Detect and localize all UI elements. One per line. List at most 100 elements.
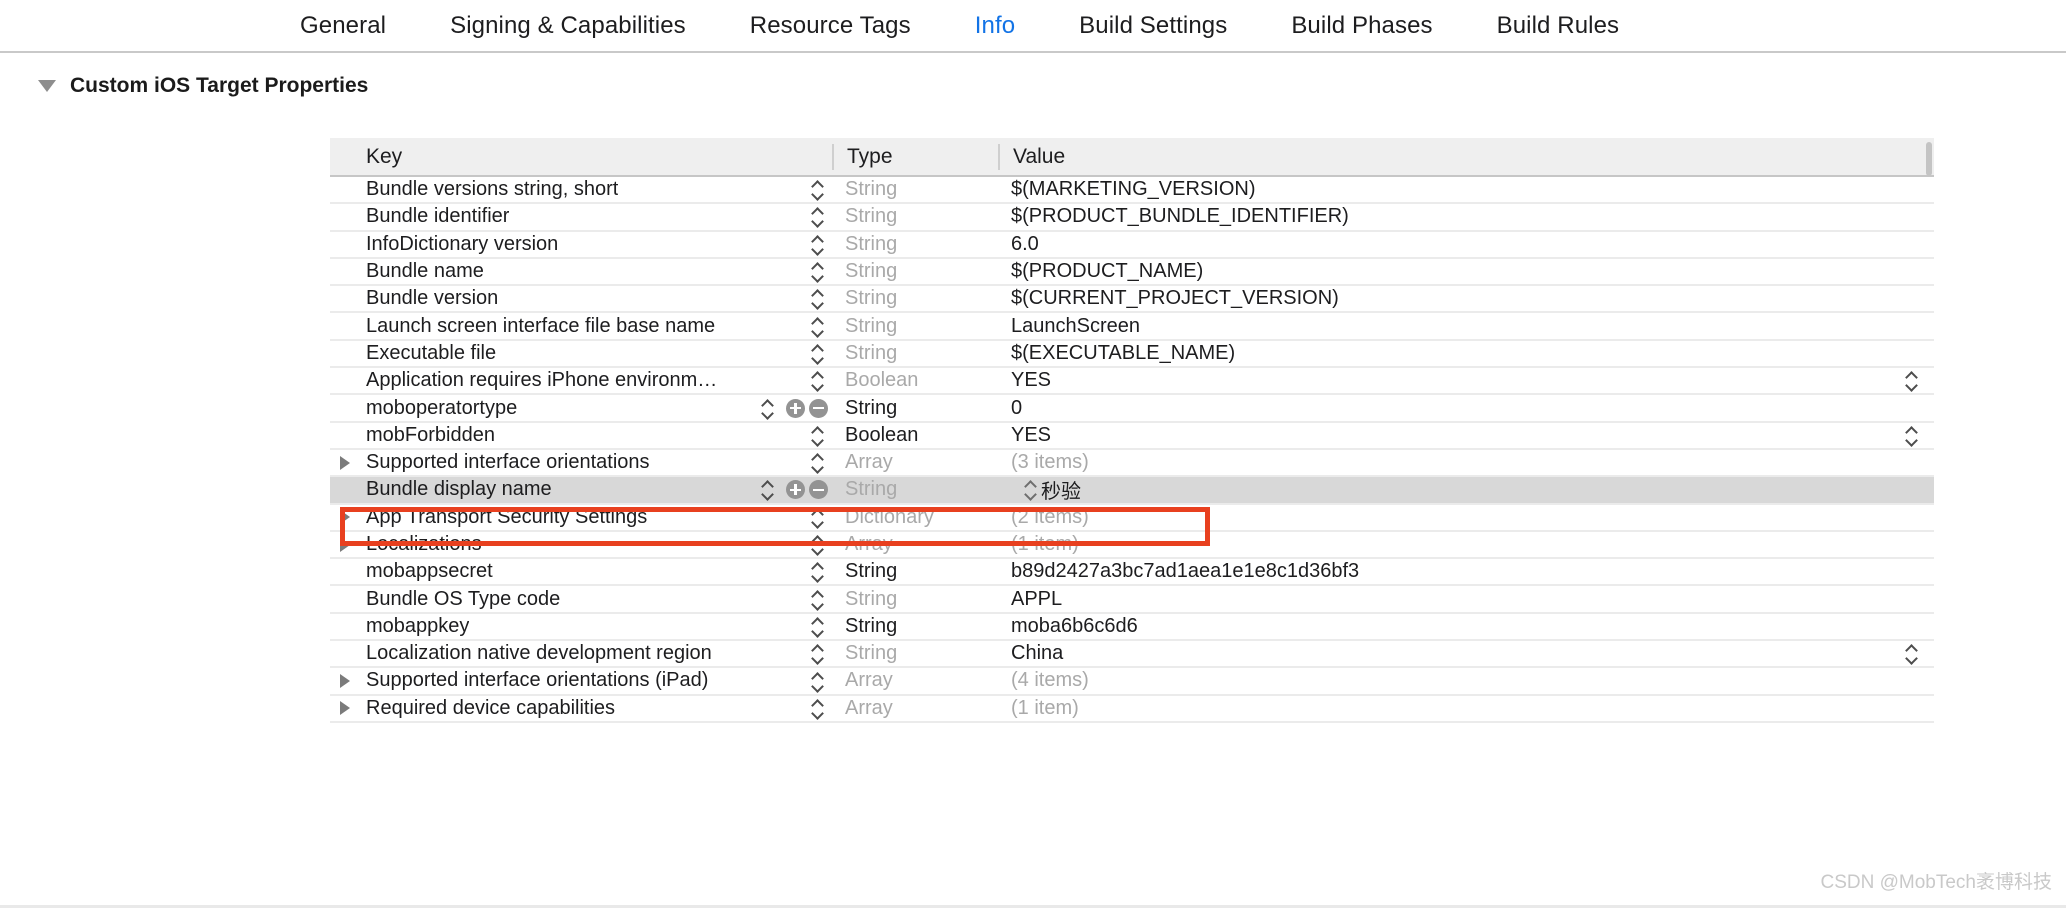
table-row[interactable]: LocalizationsArray(1 item): [330, 532, 1934, 559]
value-type-stepper[interactable]: [1900, 368, 1922, 394]
column-header-value[interactable]: Value: [998, 144, 1934, 170]
chevron-up-icon[interactable]: [762, 401, 773, 407]
cell-value[interactable]: (4 items): [998, 668, 1934, 693]
cell-value[interactable]: YES: [998, 423, 1934, 448]
cell-value[interactable]: $(PRODUCT_NAME): [998, 259, 1934, 284]
cell-type[interactable]: String: [832, 614, 998, 639]
disclosure-triangle-closed-icon[interactable]: [340, 510, 350, 524]
cell-key[interactable]: mobappsecret: [330, 559, 832, 584]
cell-type[interactable]: String: [832, 313, 998, 338]
key-sort-stepper[interactable]: [806, 504, 828, 530]
remove-row-icon[interactable]: [809, 399, 828, 418]
chevron-down-icon[interactable]: [812, 710, 823, 716]
table-row[interactable]: Bundle versions string, shortString$(MAR…: [330, 177, 1934, 204]
key-sort-stepper[interactable]: [806, 177, 828, 203]
cell-value[interactable]: 秒验: [998, 477, 1934, 502]
cell-type[interactable]: String: [832, 259, 998, 284]
chevron-down-icon[interactable]: [812, 519, 823, 525]
cell-value[interactable]: $(MARKETING_VERSION): [998, 177, 1934, 202]
cell-value[interactable]: 0: [998, 395, 1934, 420]
add-remove-controls[interactable]: [786, 480, 828, 499]
cell-value[interactable]: LaunchScreen: [998, 313, 1934, 338]
disclosure-triangle-closed-icon[interactable]: [340, 701, 350, 715]
cell-key[interactable]: Launch screen interface file base name: [330, 313, 832, 338]
table-row[interactable]: App Transport Security SettingsDictionar…: [330, 505, 1934, 532]
cell-key[interactable]: Supported interface orientations (iPad): [330, 668, 832, 693]
key-sort-stepper[interactable]: [806, 586, 828, 612]
cell-type[interactable]: String: [832, 286, 998, 311]
cell-key[interactable]: mobForbidden: [330, 423, 832, 448]
cell-type[interactable]: String: [832, 341, 998, 366]
cell-key[interactable]: Supported interface orientations: [330, 450, 832, 475]
cell-key[interactable]: Localization native development region: [330, 641, 832, 666]
cell-type[interactable]: Boolean: [832, 423, 998, 448]
tab-build-rules[interactable]: Build Rules: [1497, 12, 1620, 40]
key-sort-stepper[interactable]: [806, 641, 828, 667]
key-sort-stepper[interactable]: [806, 532, 828, 558]
chevron-down-icon[interactable]: [1906, 437, 1917, 443]
table-row[interactable]: Executable fileString$(EXECUTABLE_NAME): [330, 341, 1934, 368]
key-sort-stepper[interactable]: [806, 204, 828, 230]
disclosure-triangle-closed-icon[interactable]: [340, 538, 350, 552]
tab-build-phases[interactable]: Build Phases: [1291, 12, 1432, 40]
chevron-down-icon[interactable]: [762, 410, 773, 416]
chevron-down-icon[interactable]: [812, 546, 823, 552]
table-row[interactable]: Application requires iPhone environm…Boo…: [330, 368, 1934, 395]
key-sort-stepper[interactable]: [806, 450, 828, 476]
cell-type[interactable]: String: [832, 395, 998, 420]
key-sort-stepper[interactable]: [756, 395, 778, 421]
cell-type[interactable]: Boolean: [832, 368, 998, 393]
chevron-down-icon[interactable]: [812, 218, 823, 224]
tab-info[interactable]: Info: [975, 12, 1015, 40]
key-sort-stepper[interactable]: [756, 477, 778, 503]
chevron-down-icon[interactable]: [812, 328, 823, 334]
cell-type[interactable]: String: [832, 641, 998, 666]
cell-type[interactable]: String: [832, 232, 998, 257]
cell-value[interactable]: (1 item): [998, 532, 1934, 557]
key-sort-stepper[interactable]: [806, 313, 828, 339]
cell-key[interactable]: Application requires iPhone environm…: [330, 368, 832, 393]
tab-build-settings[interactable]: Build Settings: [1079, 12, 1227, 40]
chevron-down-icon[interactable]: [812, 246, 823, 252]
chevron-up-icon[interactable]: [812, 674, 823, 680]
remove-row-icon[interactable]: [809, 480, 828, 499]
column-header-type[interactable]: Type: [832, 144, 998, 170]
cell-type[interactable]: Array: [832, 450, 998, 475]
cell-key[interactable]: moboperatortype: [330, 395, 832, 420]
chevron-down-icon[interactable]: [1906, 382, 1917, 388]
cell-value[interactable]: (2 items): [998, 505, 1934, 530]
vertical-scrollbar-thumb[interactable]: [1926, 142, 1932, 176]
cell-value[interactable]: $(CURRENT_PROJECT_VERSION): [998, 286, 1934, 311]
cell-value[interactable]: b89d2427a3bc7ad1aea1e1e8c1d36bf3: [998, 559, 1934, 584]
add-row-icon[interactable]: [786, 399, 805, 418]
disclosure-triangle-closed-icon[interactable]: [340, 456, 350, 470]
cell-key[interactable]: Executable file: [330, 341, 832, 366]
table-row[interactable]: Localization native development regionSt…: [330, 641, 1934, 668]
value-stepper[interactable]: [1019, 477, 1041, 503]
cell-value[interactable]: moba6b6c6d6: [998, 614, 1934, 639]
section-header-custom-ios-target-properties[interactable]: Custom iOS Target Properties: [0, 53, 2066, 98]
table-row[interactable]: Required device capabilitiesArray(1 item…: [330, 696, 1934, 723]
table-row[interactable]: Bundle display nameString秒验: [330, 477, 1934, 504]
add-remove-controls[interactable]: [786, 399, 828, 418]
value-type-stepper[interactable]: [1900, 641, 1922, 667]
cell-type[interactable]: Dictionary: [832, 505, 998, 530]
cell-value[interactable]: (3 items): [998, 450, 1934, 475]
chevron-down-icon[interactable]: [812, 273, 823, 279]
key-sort-stepper[interactable]: [806, 259, 828, 285]
key-sort-stepper[interactable]: [806, 613, 828, 639]
cell-type[interactable]: Array: [832, 668, 998, 693]
value-type-stepper[interactable]: [1900, 422, 1922, 448]
table-row[interactable]: moboperatortypeString0: [330, 395, 1934, 422]
cell-key[interactable]: Bundle versions string, short: [330, 177, 832, 202]
cell-key[interactable]: Bundle version: [330, 286, 832, 311]
cell-key[interactable]: App Transport Security Settings: [330, 505, 832, 530]
cell-key[interactable]: Bundle OS Type code: [330, 586, 832, 611]
cell-value[interactable]: YES: [998, 368, 1934, 393]
column-header-key[interactable]: Key: [330, 145, 832, 169]
chevron-down-icon[interactable]: [812, 382, 823, 388]
chevron-down-icon[interactable]: [812, 683, 823, 689]
cell-type[interactable]: String: [832, 559, 998, 584]
cell-type[interactable]: Array: [832, 696, 998, 721]
tab-general[interactable]: General: [300, 12, 386, 40]
